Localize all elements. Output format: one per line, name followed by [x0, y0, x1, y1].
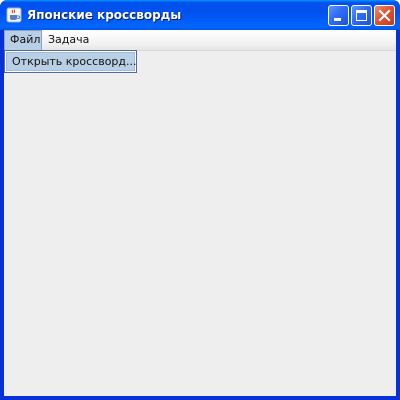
- close-button[interactable]: [374, 5, 395, 26]
- maximize-button[interactable]: [351, 5, 372, 26]
- file-dropdown-menu: Открыть кроссворд...: [4, 50, 137, 73]
- close-icon: [378, 9, 391, 22]
- java-cup-icon[interactable]: [6, 7, 22, 23]
- menu-bar: Файл Задача: [4, 30, 396, 51]
- menu-task[interactable]: Задача: [42, 30, 92, 50]
- window-title: Японские кроссворды: [27, 8, 182, 22]
- title-bar[interactable]: Японские кроссворды: [0, 0, 400, 30]
- minimize-button[interactable]: [328, 5, 349, 26]
- minimize-icon: [334, 18, 341, 21]
- maximize-icon: [356, 10, 367, 21]
- client-area: Файл Задача Открыть кроссворд...: [4, 30, 396, 396]
- menu-file[interactable]: Файл: [4, 30, 42, 50]
- menu-item-open-crossword[interactable]: Открыть кроссворд...: [6, 52, 137, 71]
- app-window: Японские кроссворды Файл Задача Открыть …: [0, 0, 400, 400]
